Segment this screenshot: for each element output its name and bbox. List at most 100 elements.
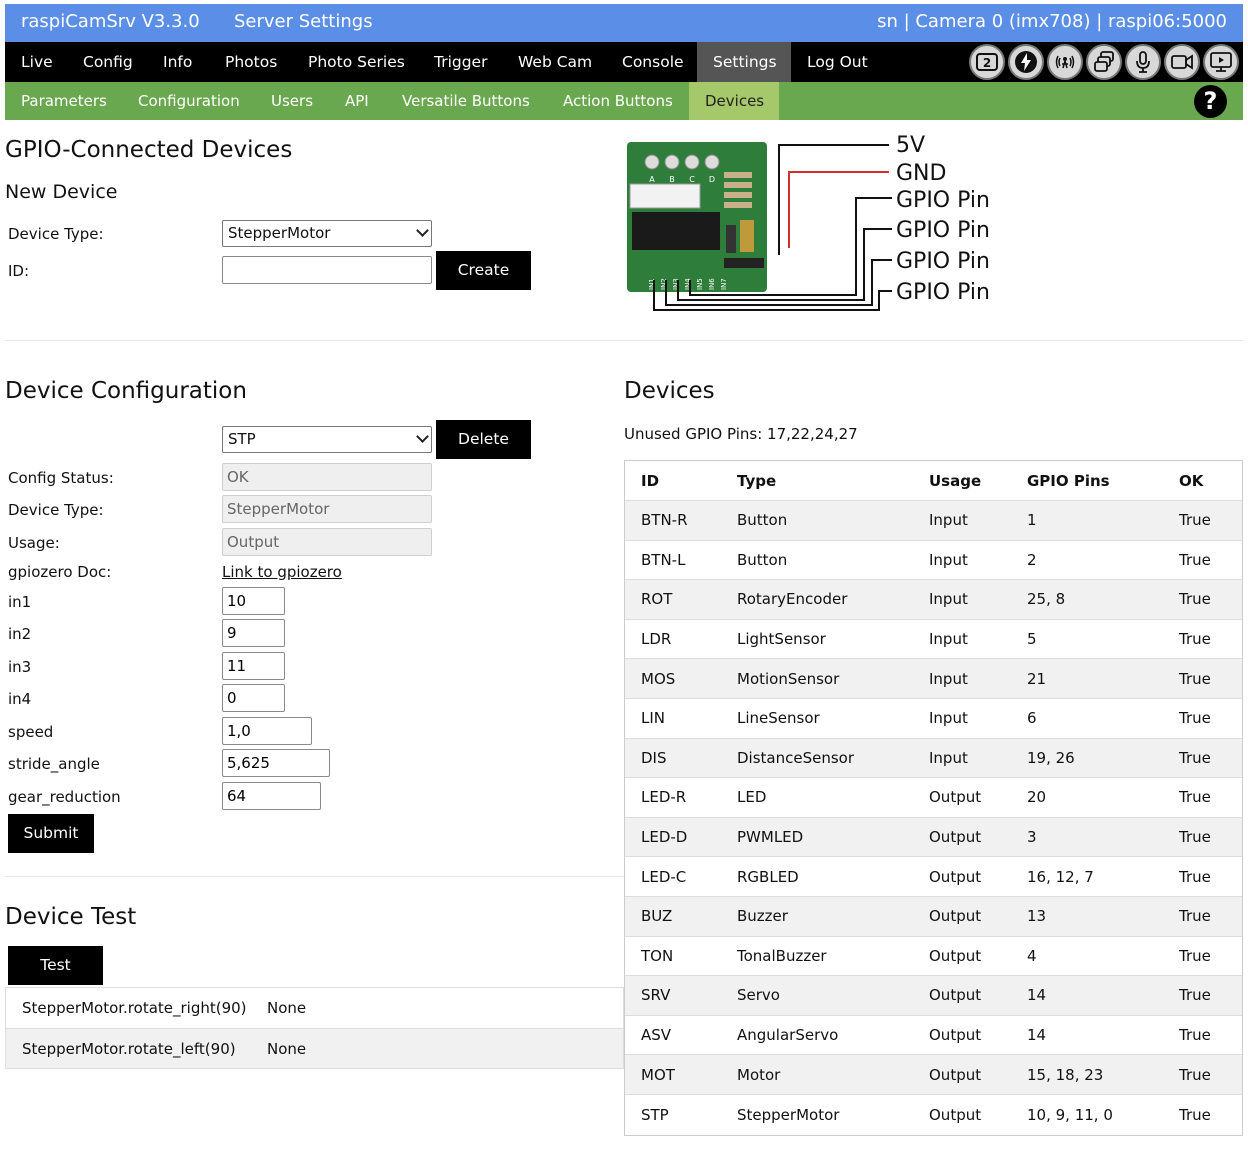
cell-gpio-pins: 2 <box>1027 550 1037 569</box>
param-label-in1: in1 <box>8 593 32 611</box>
delete-button[interactable]: Delete <box>436 420 531 459</box>
cell-gpio-pins: 4 <box>1027 946 1037 965</box>
id-input[interactable] <box>222 256 432 284</box>
cell-gpio-pins: 13 <box>1027 907 1047 926</box>
devices-table: ID Type Usage GPIO Pins OK BTN-R Button In… <box>624 460 1243 1136</box>
cell-type: RotaryEncoder <box>737 590 848 609</box>
pin-label-gnd: GND <box>896 161 946 186</box>
param-label-in2: in2 <box>8 625 32 643</box>
motion-sensor-icon[interactable] <box>1047 44 1083 80</box>
table-row[interactable]: LED-D PWMLED Output 3 True <box>625 817 1242 858</box>
nav-settings[interactable]: Settings <box>697 42 791 82</box>
lightning-icon[interactable] <box>1008 44 1044 80</box>
param-input-in1[interactable] <box>222 587 285 615</box>
multi-camera-icon[interactable] <box>1086 44 1122 80</box>
nav-trigger[interactable]: Trigger <box>418 42 503 82</box>
new-device-title: New Device <box>5 181 118 203</box>
cell-ok: True <box>1179 907 1211 926</box>
table-row[interactable]: SRV Servo Output 14 True <box>625 976 1242 1016</box>
cell-type: Servo <box>737 986 780 1005</box>
camera-2-icon[interactable]: 2 <box>969 44 1005 80</box>
cell-gpio-pins: 15, 18, 23 <box>1027 1065 1104 1084</box>
table-row[interactable]: STP StepperMotor Output 10, 9, 11, 0 True <box>625 1095 1242 1135</box>
table-row[interactable]: ROT RotaryEncoder Input 25, 8 True <box>625 580 1242 620</box>
table-row[interactable]: MOS MotionSensor Input 21 True <box>625 659 1242 699</box>
table-row[interactable]: TON TonalBuzzer Output 4 True <box>625 937 1242 977</box>
subnav-users[interactable]: Users <box>255 82 329 120</box>
microphone-icon[interactable] <box>1125 44 1161 80</box>
device-id-select[interactable]: STP <box>222 426 432 453</box>
device-type-select[interactable]: StepperMotor <box>222 220 432 247</box>
cell-gpio-pins: 25, 8 <box>1027 590 1066 609</box>
video-camera-icon[interactable] <box>1164 44 1200 80</box>
cell-id: MOS <box>641 669 676 688</box>
cell-usage: Output <box>929 828 982 847</box>
param-input-gear-reduction[interactable] <box>222 782 321 810</box>
param-input-in3[interactable] <box>222 652 285 680</box>
cell-usage: Input <box>929 709 968 728</box>
table-row[interactable]: DIS DistanceSensor Input 19, 26 True <box>625 738 1242 779</box>
wire-5v <box>778 144 889 255</box>
col-header-type: Type <box>737 471 777 490</box>
cell-gpio-pins: 16, 12, 7 <box>1027 867 1094 886</box>
table-row[interactable]: LIN LineSensor Input 6 True <box>625 699 1242 739</box>
subnav-versatile-buttons[interactable]: Versatile Buttons <box>386 82 546 120</box>
nav-console[interactable]: Console <box>606 42 700 82</box>
nav-info[interactable]: Info <box>147 42 208 82</box>
gpio-section-title: GPIO-Connected Devices <box>5 137 293 163</box>
cell-gpio-pins: 6 <box>1027 709 1037 728</box>
cell-usage: Output <box>929 907 982 926</box>
help-icon[interactable]: ? <box>1194 85 1227 118</box>
pin-label-gpio-4: GPIO Pin <box>896 280 990 305</box>
subnav-configuration[interactable]: Configuration <box>122 82 256 120</box>
nav-log-out[interactable]: Log Out <box>791 42 884 82</box>
cell-usage: Output <box>929 1065 982 1084</box>
param-input-in2[interactable] <box>222 619 285 647</box>
cell-type: LineSensor <box>737 709 820 728</box>
table-row[interactable]: LED-R LED Output 20 True <box>625 778 1242 818</box>
subnav-devices[interactable]: Devices <box>689 82 779 120</box>
subnav-parameters[interactable]: Parameters <box>5 82 123 120</box>
cell-type: Motor <box>737 1065 781 1084</box>
cell-type: Button <box>737 511 788 530</box>
cell-type: TonalBuzzer <box>737 946 827 965</box>
subnav-api[interactable]: API <box>329 82 385 120</box>
table-row[interactable]: ASV AngularServo Output 14 True <box>625 1016 1242 1056</box>
nav-photo-series[interactable]: Photo Series <box>292 42 421 82</box>
led-label-c: C <box>689 175 695 184</box>
table-row[interactable]: BTN-R Button Input 1 True <box>625 501 1242 541</box>
table-row[interactable]: LED-C RGBLED Output 16, 12, 7 True <box>625 857 1242 897</box>
device-type-label: Device Type: <box>8 501 104 519</box>
unused-gpio-pins: Unused GPIO Pins: 17,22,24,27 <box>624 425 858 443</box>
nav-live[interactable]: Live <box>5 42 69 82</box>
test-call: StepperMotor.rotate_right(90) <box>22 999 247 1017</box>
param-input-in4[interactable] <box>222 684 285 712</box>
nav-web-cam[interactable]: Web Cam <box>502 42 608 82</box>
col-header-usage: Usage <box>929 471 982 490</box>
create-button[interactable]: Create <box>436 251 531 290</box>
nav-config[interactable]: Config <box>67 42 149 82</box>
cell-id: BTN-R <box>641 511 688 530</box>
in-label-5: IN5 <box>696 278 704 290</box>
table-row[interactable]: BUZ Buzzer Output 13 True <box>625 896 1242 937</box>
cell-usage: Input <box>929 590 968 609</box>
cell-gpio-pins: 20 <box>1027 788 1047 807</box>
table-row[interactable]: MOT Motor Output 15, 18, 23 True <box>625 1055 1242 1095</box>
param-input-speed[interactable] <box>222 717 312 745</box>
gpiozero-doc-link[interactable]: Link to gpiozero <box>222 563 342 581</box>
cell-id: LIN <box>641 709 666 728</box>
param-label-stride-angle: stride_angle <box>8 755 100 773</box>
cell-id: ASV <box>641 1026 672 1045</box>
cell-ok: True <box>1179 986 1211 1005</box>
cell-usage: Input <box>929 550 968 569</box>
param-input-stride-angle[interactable] <box>222 749 330 777</box>
display-icon[interactable] <box>1203 44 1239 80</box>
submit-button[interactable]: Submit <box>8 814 94 853</box>
nav-photos[interactable]: Photos <box>209 42 293 82</box>
table-row[interactable]: BTN-L Button Input 2 True <box>625 541 1242 581</box>
cell-id: BUZ <box>641 907 673 926</box>
subnav-action-buttons[interactable]: Action Buttons <box>547 82 689 120</box>
table-row[interactable]: LDR LightSensor Input 5 True <box>625 620 1242 660</box>
cell-usage: Input <box>929 669 968 688</box>
test-button[interactable]: Test <box>8 946 103 985</box>
